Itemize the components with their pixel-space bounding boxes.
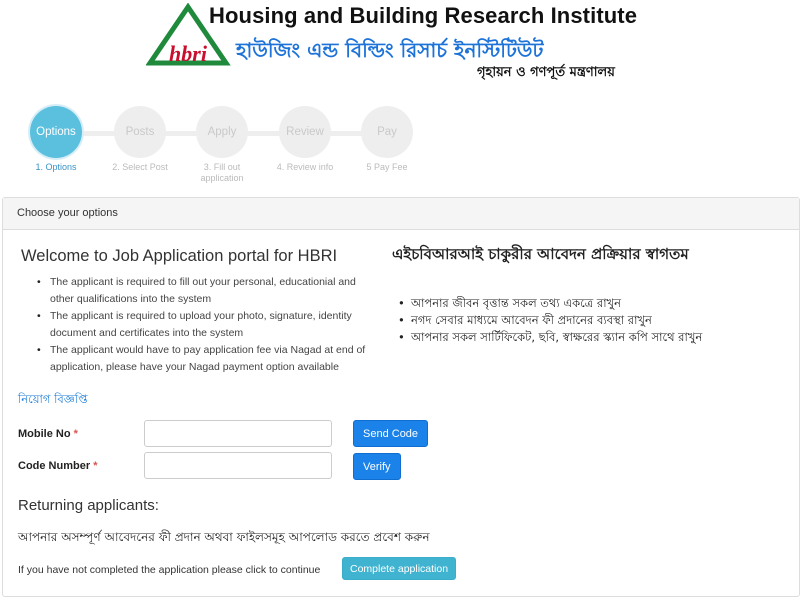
site-header: hbri Housing and Building Research Insti… [0, 0, 800, 90]
step-apply[interactable]: Apply 3. Fill out application [187, 106, 257, 184]
list-item: The applicant would have to pay applicat… [35, 342, 375, 376]
step-pay[interactable]: Pay 5 Pay Fee [352, 106, 422, 173]
list-item: The applicant is required to upload your… [35, 308, 375, 342]
step-circle-apply: Apply [196, 106, 248, 158]
progress-stepper: Options 1. Options Posts 2. Select Post … [0, 98, 800, 194]
job-notice-link[interactable]: নিয়োগ বিজ্ঞপ্তি [18, 391, 88, 410]
list-item: নগদ সেবার মাধ্যমে আবেদন ফী প্রদানের ব্যব… [396, 312, 791, 329]
returning-text-bn: আপনার অসম্পূর্ণ আবেদনের ফী প্রদান অথবা ফ… [18, 530, 430, 544]
complete-application-button[interactable]: Complete application [342, 557, 457, 580]
step-label-options: 1. Options [35, 162, 77, 172]
code-label: Code Number * [18, 460, 97, 472]
welcome-heading-bn: এইচবিআরআই চাকুরীর আবেদন প্রক্রিয়ার স্বা… [392, 245, 689, 263]
send-code-button[interactable]: Send Code [353, 420, 429, 447]
panel-heading: Choose your options [3, 198, 799, 230]
code-label-text: Code Number [18, 460, 91, 472]
returning-heading: Returning applicants: [18, 497, 159, 514]
step-options[interactable]: Options 1. Options [21, 106, 91, 173]
required-mark: * [73, 428, 78, 440]
logo-text: hbri [169, 41, 208, 66]
step-posts[interactable]: Posts 2. Select Post [105, 106, 175, 173]
mobile-label: Mobile No * [18, 428, 78, 440]
step-circle-posts: Posts [114, 106, 166, 158]
options-panel: Choose your options Welcome to Job Appli… [2, 197, 800, 597]
welcome-heading-en: Welcome to Job Application portal for HB… [21, 247, 338, 265]
verify-button[interactable]: Verify [353, 453, 401, 480]
instructions-list-en: The applicant is required to fill out yo… [35, 274, 375, 376]
required-mark: * [93, 460, 98, 472]
instructions-list-bn: আপনার জীবন বৃত্তান্ত সকল তথ্য একত্রে রাখ… [396, 295, 791, 346]
step-label-posts: 2. Select Post [112, 162, 168, 172]
list-item: আপনার সকল সার্টিফিকেট, ছবি, স্বাক্ষরের স… [396, 329, 791, 346]
step-circle-pay: Pay [361, 106, 413, 158]
step-label-apply: 3. Fill out application [200, 162, 244, 183]
mobile-label-text: Mobile No [18, 428, 71, 440]
list-item: আপনার জীবন বৃত্তান্ত সকল তথ্য একত্রে রাখ… [396, 295, 791, 312]
step-circle-options: Options [30, 106, 82, 158]
step-label-review: 4. Review info [276, 162, 334, 172]
list-item: The applicant is required to fill out yo… [35, 274, 375, 308]
code-input[interactable] [144, 452, 332, 479]
step-label-pay: 5 Pay Fee [366, 162, 408, 172]
institute-title-en: Housing and Building Research Institute [209, 3, 638, 28]
incomplete-text-en: If you have not completed the applicatio… [18, 564, 321, 576]
step-circle-review: Review [279, 106, 331, 158]
ministry-subtitle-bn: গৃহায়ন ও গণপূর্ত মন্ত্রণালয় [477, 65, 615, 80]
mobile-input[interactable] [144, 420, 332, 447]
step-review[interactable]: Review 4. Review info [270, 106, 340, 173]
